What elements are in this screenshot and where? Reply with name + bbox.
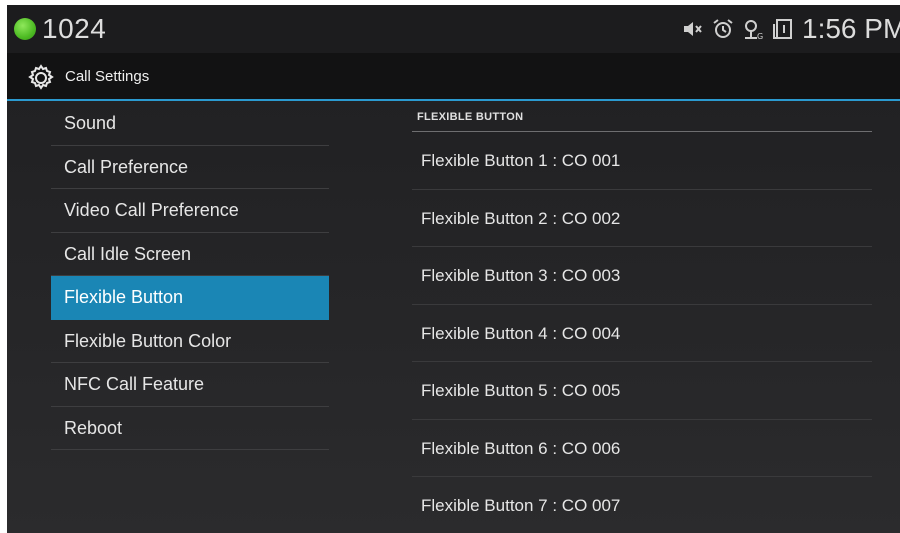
flexible-button-row-3[interactable]: Flexible Button 3 : CO 003	[412, 247, 872, 305]
flexible-button-row-1[interactable]: Flexible Button 1 : CO 001	[412, 132, 872, 190]
clock: 1:56 PM	[802, 13, 900, 44]
page-title: Call Settings	[65, 68, 150, 85]
menu-item-reboot[interactable]: Reboot	[51, 407, 329, 450]
svg-text:G: G	[757, 32, 763, 41]
mute-icon	[681, 17, 705, 41]
presence-status-icon	[14, 18, 36, 40]
extension-number: 1024	[42, 13, 107, 44]
flexible-button-row-5[interactable]: Flexible Button 5 : CO 005	[412, 362, 872, 420]
menu-item-nfc-call-feature[interactable]: NFC Call Feature	[51, 363, 329, 407]
menu-item-call-idle-screen[interactable]: Call Idle Screen	[51, 233, 329, 276]
flexible-button-row-2[interactable]: Flexible Button 2 : CO 002	[412, 190, 872, 247]
flexible-button-panel: FLEXIBLE BUTTON Flexible Button 1 : CO 0…	[412, 102, 872, 533]
status-icons: G	[681, 16, 795, 42]
sim-icon	[771, 17, 795, 41]
menu-item-video-call-preference[interactable]: Video Call Preference	[51, 189, 329, 233]
gear-icon[interactable]	[26, 63, 56, 93]
flexible-button-row-6[interactable]: Flexible Button 6 : CO 006	[412, 420, 872, 477]
action-bar: Call Settings	[7, 53, 900, 101]
menu-item-flexible-button[interactable]: Flexible Button	[51, 276, 329, 320]
alarm-icon	[711, 17, 735, 41]
flexible-button-row-4[interactable]: Flexible Button 4 : CO 004	[412, 305, 872, 362]
menu-item-flexible-button-color[interactable]: Flexible Button Color	[51, 320, 329, 363]
menu-item-sound[interactable]: Sound	[51, 102, 329, 146]
outer-frame-left	[0, 0, 7, 533]
flexible-button-row-7[interactable]: Flexible Button 7 : CO 007	[412, 477, 872, 533]
gps-icon: G	[741, 17, 765, 41]
menu-item-call-preference[interactable]: Call Preference	[51, 146, 329, 189]
status-bar: 1024 G 1:56 PM	[7, 5, 900, 53]
phone-screen: 1024 G 1:56 PM Call Settings Sound Call …	[7, 5, 900, 533]
panel-header: FLEXIBLE BUTTON	[412, 102, 872, 132]
settings-menu: Sound Call Preference Video Call Prefere…	[51, 102, 329, 450]
